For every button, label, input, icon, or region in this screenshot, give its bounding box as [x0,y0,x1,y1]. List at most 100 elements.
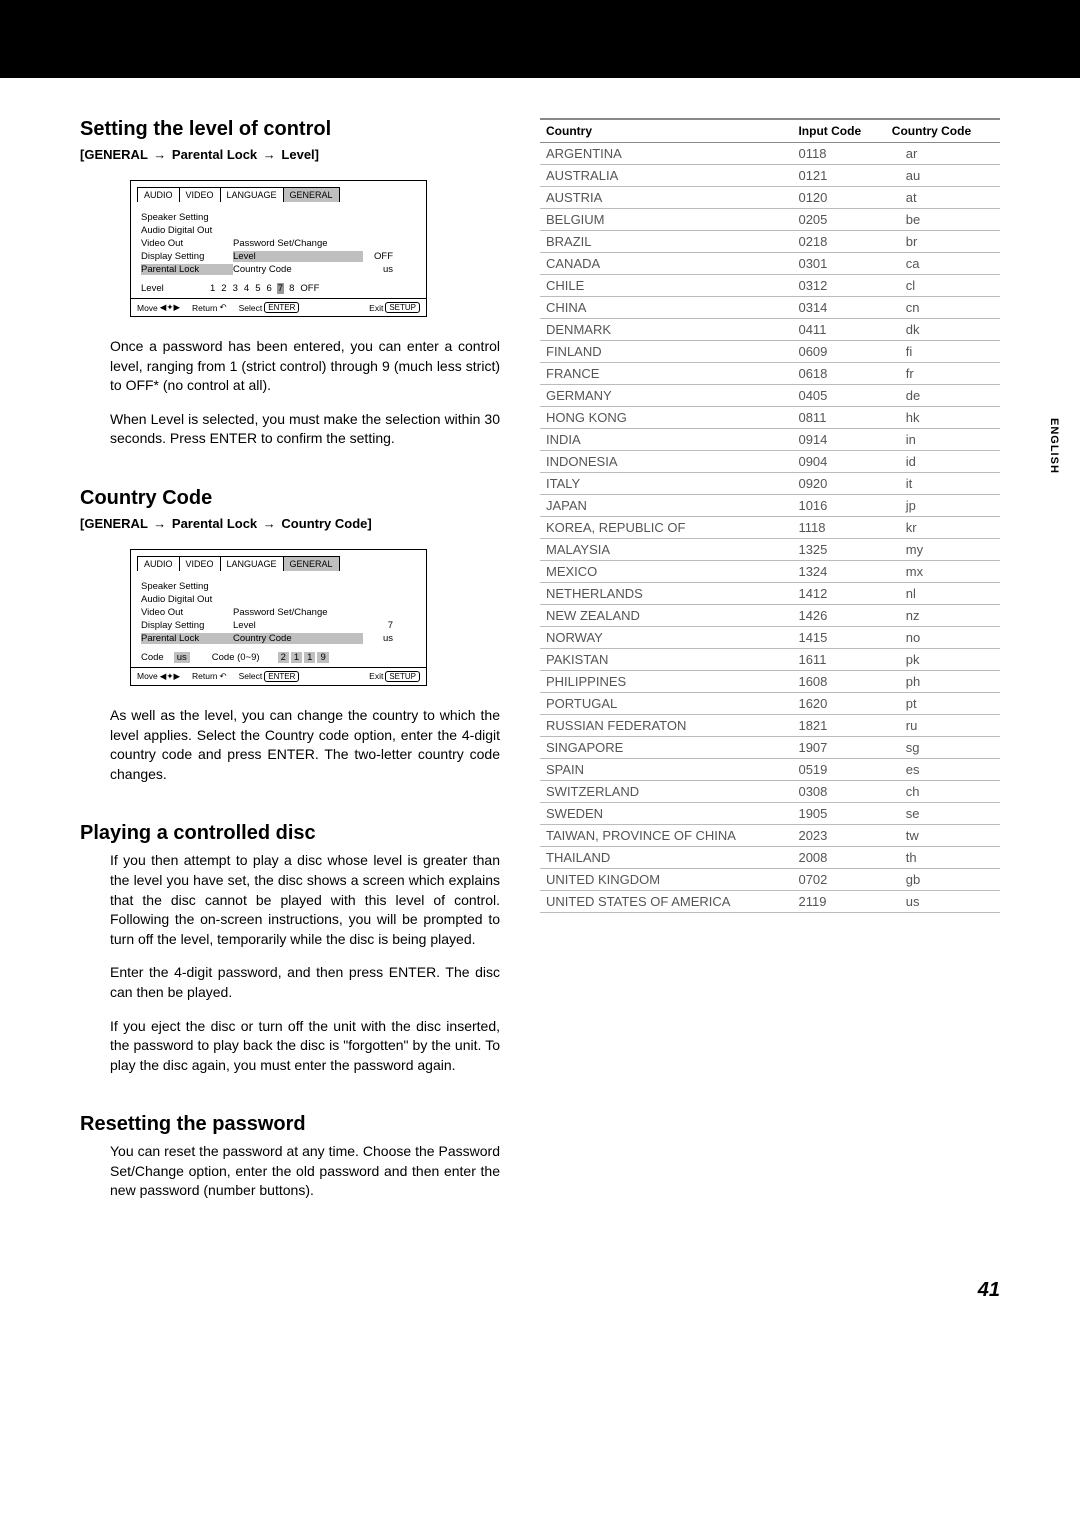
cell-country: ITALY [540,473,792,495]
cell-country-code: us [886,891,1000,913]
table-row: SINGAPORE1907sg [540,737,1000,759]
bc-a2: [GENERAL [80,516,148,531]
page-number: 41 [80,1279,1000,1302]
cell-country: RUSSIAN FEDERATON [540,715,792,737]
cell-country: NEW ZEALAND [540,605,792,627]
cell-input-code: 0121 [792,165,885,187]
cell-country: THAILAND [540,847,792,869]
para-cc-1: As well as the level, you can change the… [110,706,500,784]
cell-country-code: th [886,847,1000,869]
para-reset-1: You can reset the password at any time. … [110,1142,500,1201]
cell-input-code: 1324 [792,561,885,583]
cell-input-code: 1118 [792,517,885,539]
setup-icon: SETUP [385,671,420,682]
cell-country: FINLAND [540,341,792,363]
cell-country-code: pk [886,649,1000,671]
cell-input-code: 0811 [792,407,885,429]
th-input: Input Code [792,119,885,143]
row-ado: Audio Digital Out [141,594,233,605]
para-play-2: Enter the 4-digit password, and then pre… [110,963,500,1002]
cell-country: TAIWAN, PROVINCE OF CHINA [540,825,792,847]
level-num: OFF [299,283,320,294]
row-cc-us: us [363,264,393,275]
cell-country: MEXICO [540,561,792,583]
table-row: SPAIN0519es [540,759,1000,781]
cell-country: AUSTRALIA [540,165,792,187]
table-row: FRANCE0618fr [540,363,1000,385]
arrow-icon: → [153,147,170,162]
table-row: RUSSIAN FEDERATON1821ru [540,715,1000,737]
cell-input-code: 0618 [792,363,885,385]
cell-country: MALAYSIA [540,539,792,561]
section-level: Setting the level of control [GENERAL → … [80,118,500,449]
language-tab: ENGLISH [1048,418,1060,474]
cell-input-code: 0301 [792,253,885,275]
cell-country-code: ru [886,715,1000,737]
foot-move: Move [137,303,158,313]
cell-input-code: 2119 [792,891,885,913]
level-num: 3 [232,283,239,294]
row-cc-us: us [363,633,393,644]
cell-input-code: 1620 [792,693,885,715]
cell-country-code: at [886,187,1000,209]
cell-country-code: ca [886,253,1000,275]
cell-input-code: 0519 [792,759,885,781]
cell-country: CHINA [540,297,792,319]
cell-input-code: 0118 [792,143,885,165]
level-num: 7 [277,283,284,294]
cell-input-code: 2008 [792,847,885,869]
return-icon: ↶ [220,302,227,313]
cell-country-code: tw [886,825,1000,847]
cell-country-code: fr [886,363,1000,385]
cell-country: BELGIUM [540,209,792,231]
osd-cc: AUDIO VIDEO LANGUAGE GENERAL Speaker Set… [130,549,427,686]
foot-return: Return [192,671,218,681]
foot-select: Select [239,303,263,313]
row-level-7: 7 [363,620,393,631]
tab-video: VIDEO [179,187,221,202]
osd-foot: Move◀✦▶ Return↶ SelectENTER ExitSETUP [131,298,426,316]
cell-country: CHILE [540,275,792,297]
cell-country: DENMARK [540,319,792,341]
table-row: CHINA0314cn [540,297,1000,319]
row-speaker: Speaker Setting [141,581,233,592]
cc-digit: 2 [278,652,289,663]
cell-country: NORWAY [540,627,792,649]
cell-country-code: mx [886,561,1000,583]
tab-language: LANGUAGE [220,187,284,202]
row-pl: Parental Lock [141,264,233,275]
cell-country: AUSTRIA [540,187,792,209]
cc-digit: 9 [317,652,328,663]
cell-country: GERMANY [540,385,792,407]
osd-tabs: AUDIO VIDEO LANGUAGE GENERAL [131,550,426,571]
bc-c: Level] [281,147,319,162]
table-row: NETHERLANDS1412nl [540,583,1000,605]
row-vo: Video Out [141,238,233,249]
table-row: CHILE0312cl [540,275,1000,297]
tab-video: VIDEO [179,556,221,571]
cell-input-code: 0312 [792,275,885,297]
cell-country-code: nl [886,583,1000,605]
cell-country-code: sg [886,737,1000,759]
th-cc: Country Code [886,119,1000,143]
cell-country-code: gb [886,869,1000,891]
cell-country-code: ar [886,143,1000,165]
table-row: DENMARK0411dk [540,319,1000,341]
row-ds: Display Setting [141,251,233,262]
tab-language: LANGUAGE [220,556,284,571]
row-level: Level [233,620,363,631]
cell-country: HONG KONG [540,407,792,429]
level-num: 4 [243,283,250,294]
level-num: 2 [220,283,227,294]
osd-tabs: AUDIO VIDEO LANGUAGE GENERAL [131,181,426,202]
cell-country-code: no [886,627,1000,649]
cc-label2: Code (0~9) [212,652,260,663]
cell-country-code: ch [886,781,1000,803]
level-num: 1 [209,283,216,294]
level-num: 5 [254,283,261,294]
enter-icon: ENTER [264,302,299,313]
bc-a: [GENERAL [80,147,148,162]
tab-general: GENERAL [283,187,340,202]
table-row: KOREA, REPUBLIC OF1118kr [540,517,1000,539]
cell-country-code: se [886,803,1000,825]
